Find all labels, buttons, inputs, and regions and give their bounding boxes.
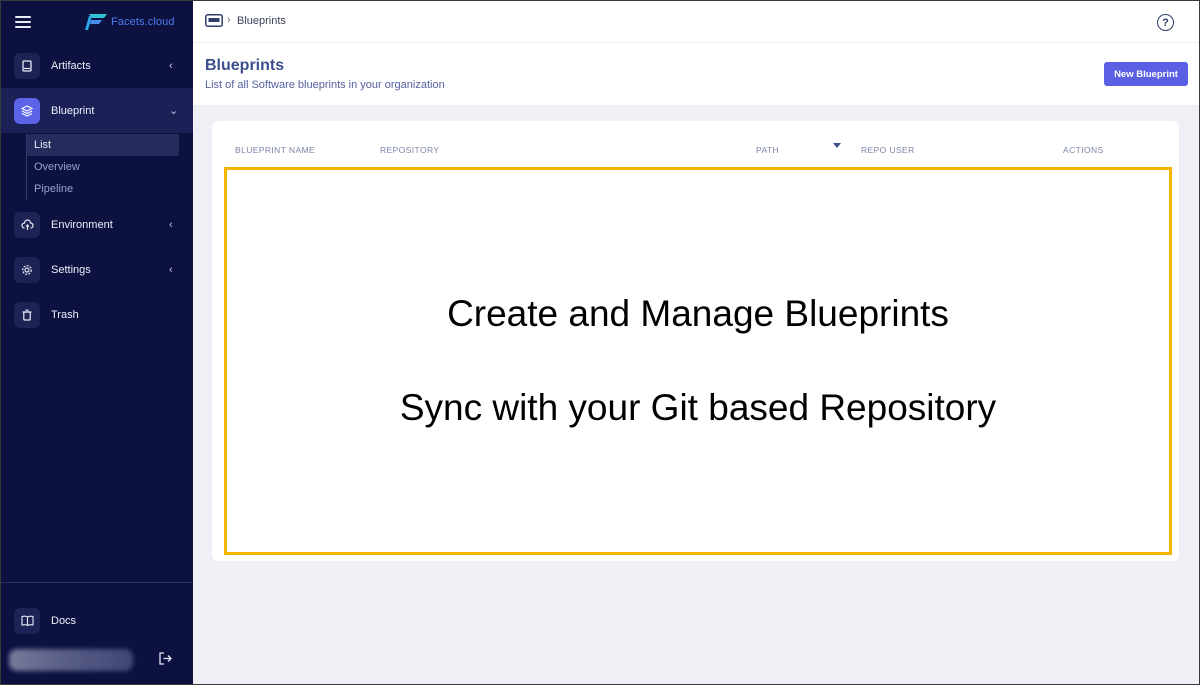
column-header-path[interactable]: PATH [756, 145, 779, 155]
chevron-down-icon: ⌄ [169, 105, 179, 117]
cloud-upload-icon [14, 211, 40, 238]
chevron-left-icon: ‹ [169, 218, 173, 231]
breadcrumb[interactable]: Blueprints [237, 15, 286, 27]
brand-logo[interactable]: Facets.cloud [85, 14, 175, 30]
column-header-actions: ACTIONS [1063, 145, 1104, 155]
sidebar-item-label: Trash [51, 308, 79, 321]
gear-icon [14, 256, 40, 283]
blueprint-breadcrumb-icon[interactable] [205, 14, 223, 32]
top-bar: › Blueprints ? [193, 1, 1199, 43]
sidebar-header: Facets.cloud [1, 1, 193, 43]
chevron-left-icon: ‹ [169, 263, 173, 276]
sidebar-item-artifacts[interactable]: Artifacts ‹ [1, 43, 193, 88]
submenu-item-list[interactable]: List [27, 134, 179, 156]
sidebar-item-label: Artifacts [51, 59, 91, 72]
overlay-text-line2: Sync with your Git based Repository [399, 387, 997, 428]
sidebar-item-trash[interactable]: Trash [1, 292, 193, 337]
facets-logo-icon [85, 14, 107, 30]
blueprints-table-card: BLUEPRINT NAME REPOSITORY PATH REPO USER… [212, 121, 1179, 561]
sidebar-item-label: Docs [51, 614, 77, 627]
column-header-repository[interactable]: REPOSITORY [380, 145, 439, 155]
sidebar-item-docs[interactable]: Docs [1, 598, 193, 643]
overlay-text-line1: Create and Manage Blueprints [447, 293, 949, 334]
sidebar: Facets.cloud Artifacts ‹ Blueprint ⌄ Lis… [1, 1, 193, 684]
sidebar-item-label: Environment [51, 218, 113, 231]
main-content: › Blueprints ? Blueprints List of all So… [193, 1, 1199, 684]
sort-dropdown-icon[interactable] [833, 143, 841, 148]
sidebar-item-environment[interactable]: Environment ‹ [1, 202, 193, 247]
page-subtitle: List of all Software blueprints in your … [205, 79, 445, 91]
sidebar-item-blueprint[interactable]: Blueprint ⌄ [1, 88, 193, 133]
sidebar-item-label: Settings [51, 263, 91, 276]
blueprint-submenu: List Overview Pipeline [26, 134, 186, 200]
logout-icon[interactable] [158, 651, 173, 671]
layers-icon [14, 97, 40, 124]
sidebar-item-settings[interactable]: Settings ‹ [1, 247, 193, 292]
column-header-blueprint-name[interactable]: BLUEPRINT NAME [235, 145, 315, 155]
column-header-repo-user[interactable]: REPO USER [861, 145, 915, 155]
sidebar-item-label: Blueprint [51, 104, 95, 117]
app-window: Facets.cloud Artifacts ‹ Blueprint ⌄ Lis… [0, 0, 1200, 685]
breadcrumb-separator: › [227, 14, 231, 26]
hamburger-menu-icon[interactable] [15, 16, 31, 28]
open-book-icon [14, 607, 40, 634]
page-header: Blueprints List of all Software blueprin… [193, 43, 1199, 105]
trash-icon [14, 301, 40, 328]
new-blueprint-button[interactable]: New Blueprint [1104, 62, 1188, 86]
page-title: Blueprints [205, 57, 285, 74]
user-profile-blurred[interactable] [9, 649, 133, 671]
sidebar-divider [1, 582, 193, 583]
help-icon[interactable]: ? [1157, 14, 1174, 31]
book-icon [14, 52, 40, 79]
submenu-item-pipeline[interactable]: Pipeline [27, 178, 186, 200]
submenu-item-overview[interactable]: Overview [27, 156, 186, 178]
annotation-overlay: Create and Manage Blueprints Sync with y… [224, 167, 1172, 555]
brand-name: Facets.cloud [111, 16, 175, 28]
chevron-left-icon: ‹ [169, 59, 173, 72]
